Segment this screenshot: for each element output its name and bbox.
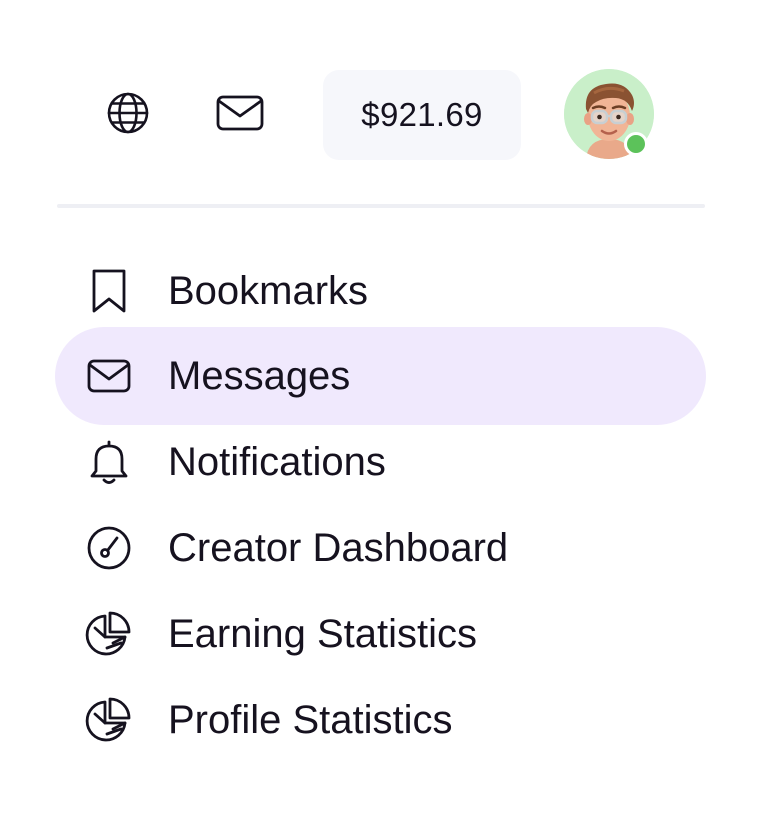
- menu-item-label: Profile Statistics: [168, 697, 453, 742]
- divider: [57, 204, 705, 208]
- menu-item-messages[interactable]: Messages: [55, 327, 706, 425]
- globe-icon: [106, 91, 150, 140]
- bookmark-icon: [85, 267, 133, 315]
- gauge-icon: [85, 524, 133, 572]
- pie-chart-icon: [85, 696, 133, 744]
- pie-chart-icon: [85, 610, 133, 658]
- bell-icon: [85, 438, 133, 486]
- menu-item-label: Earning Statistics: [168, 611, 478, 656]
- online-status-indicator: [624, 132, 648, 156]
- menu-item-label: Bookmarks: [168, 268, 369, 313]
- menu-item-creator-dashboard[interactable]: Creator Dashboard: [55, 499, 706, 597]
- wallet-balance[interactable]: $921.69: [323, 70, 521, 160]
- menu-item-earning-statistics[interactable]: Earning Statistics: [55, 585, 706, 683]
- menu-item-bookmarks[interactable]: Bookmarks: [55, 242, 706, 340]
- language-button[interactable]: [100, 87, 156, 143]
- menu-item-label: Messages: [168, 353, 351, 398]
- menu-item-profile-statistics[interactable]: Profile Statistics: [55, 671, 706, 769]
- messages-button[interactable]: [212, 87, 268, 143]
- menu-item-label: Notifications: [168, 439, 386, 484]
- menu-item-notifications[interactable]: Notifications: [55, 413, 706, 511]
- mail-icon: [215, 93, 265, 138]
- account-menu-panel: $921.69 Bookmarks Messages Notifications…: [0, 0, 760, 823]
- mail-icon: [85, 352, 133, 400]
- menu-item-label: Creator Dashboard: [168, 525, 509, 570]
